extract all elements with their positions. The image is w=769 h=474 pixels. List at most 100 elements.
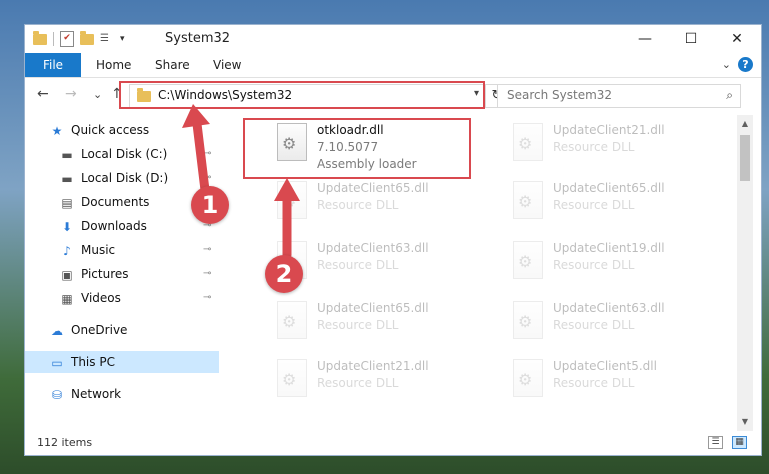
file-item[interactable]: UpdateClient65.dll Resource DLL bbox=[269, 177, 499, 233]
tab-home[interactable]: Home bbox=[96, 53, 131, 77]
folder-icon[interactable] bbox=[33, 30, 47, 45]
sidebar-item[interactable]: ☁ OneDrive bbox=[49, 319, 127, 341]
file-item[interactable]: UpdateClient21.dll Resource DLL bbox=[269, 355, 499, 411]
new-folder-icon[interactable] bbox=[80, 30, 94, 45]
pin-icon[interactable]: ⊸ bbox=[203, 143, 211, 165]
file-name: UpdateClient5.dll bbox=[553, 359, 657, 373]
sidebar-item[interactable]: ⛁ Network bbox=[49, 383, 121, 405]
drive-icon: ▬ bbox=[61, 171, 73, 186]
file-type: Resource DLL bbox=[317, 198, 399, 212]
quick-access-toolbar: ✔ ☰ ▾ bbox=[33, 30, 125, 47]
pin-icon[interactable]: ⊸ bbox=[203, 287, 211, 309]
tab-view[interactable]: View bbox=[213, 53, 241, 77]
expand-ribbon-icon[interactable]: ⌄ bbox=[722, 58, 731, 71]
sidebar-item-label: Pictures bbox=[81, 267, 129, 281]
tab-share[interactable]: Share bbox=[155, 53, 190, 77]
properties-check-icon[interactable]: ✔ bbox=[60, 31, 74, 47]
dll-file-icon bbox=[277, 181, 307, 219]
details-view-icon[interactable]: ☰ bbox=[708, 436, 723, 449]
drive-icon: ▬ bbox=[61, 147, 73, 162]
file-type: Resource DLL bbox=[317, 376, 399, 390]
documents-icon: ▤ bbox=[61, 195, 73, 210]
file-item[interactable]: UpdateClient21.dll Resource DLL bbox=[505, 119, 735, 175]
file-name: UpdateClient21.dll bbox=[553, 123, 665, 137]
search-box[interactable]: Search System32 ⌕ bbox=[497, 84, 741, 108]
sidebar-item-label: Local Disk (C:) bbox=[81, 147, 168, 161]
file-item[interactable]: UpdateClient19.dll Resource DLL bbox=[505, 237, 735, 293]
tab-file[interactable]: File bbox=[25, 53, 81, 77]
vertical-scrollbar[interactable]: ▲ ▼ bbox=[737, 115, 753, 431]
file-item[interactable]: UpdateClient5.dll Resource DLL bbox=[505, 355, 735, 411]
file-item[interactable]: UpdateClient63.dll Resource DLL bbox=[269, 237, 499, 293]
dll-file-icon bbox=[277, 301, 307, 339]
sidebar-item[interactable]: ▤ Documents bbox=[59, 191, 149, 213]
properties-icon[interactable]: ☰ bbox=[100, 33, 114, 45]
maximize-button[interactable]: ☐ bbox=[668, 25, 714, 53]
search-icon[interactable]: ⌕ bbox=[726, 88, 733, 103]
file-name: UpdateClient21.dll bbox=[317, 359, 429, 373]
network-icon: ⛁ bbox=[51, 387, 63, 402]
dll-file-icon bbox=[513, 123, 543, 161]
sidebar-item[interactable]: ▬ Local Disk (C:) bbox=[59, 143, 167, 165]
file-type: Resource DLL bbox=[553, 258, 635, 272]
file-item[interactable]: UpdateClient65.dll Resource DLL bbox=[505, 177, 735, 233]
sidebar-item-label: Network bbox=[71, 387, 122, 401]
scroll-up-icon[interactable]: ▲ bbox=[737, 117, 753, 131]
sidebar-item-label: This PC bbox=[71, 355, 115, 369]
search-input[interactable]: Search System32 bbox=[507, 88, 612, 102]
sidebar-item-label: Local Disk (D:) bbox=[81, 171, 169, 185]
file-highlight-box bbox=[243, 118, 471, 179]
sidebar-item[interactable]: ▦ Videos bbox=[59, 287, 121, 309]
file-name: UpdateClient63.dll bbox=[317, 241, 429, 255]
dll-file-icon bbox=[513, 301, 543, 339]
sidebar-item-label: Documents bbox=[81, 195, 150, 209]
back-button[interactable]: ← bbox=[37, 86, 49, 102]
close-button[interactable]: ✕ bbox=[714, 25, 760, 53]
videos-icon: ▦ bbox=[61, 291, 73, 306]
title-bar: ✔ ☰ ▾ System32 — ☐ ✕ bbox=[25, 25, 761, 53]
sidebar-item[interactable]: ♪ Music bbox=[59, 239, 115, 261]
music-icon: ♪ bbox=[63, 243, 71, 258]
file-name: UpdateClient65.dll bbox=[317, 181, 429, 195]
help-icon[interactable]: ? bbox=[738, 57, 753, 72]
dll-file-icon bbox=[513, 359, 543, 397]
file-type: Resource DLL bbox=[317, 318, 399, 332]
file-name: UpdateClient65.dll bbox=[317, 301, 429, 315]
sidebar-item-label: Videos bbox=[81, 291, 121, 305]
forward-button[interactable]: → bbox=[65, 86, 77, 102]
large-icons-view-icon[interactable]: ▦ bbox=[732, 436, 747, 449]
sidebar-item[interactable]: ▭ This PC bbox=[25, 351, 219, 373]
sidebar-item[interactable]: ⬇ Downloads bbox=[59, 215, 147, 237]
sidebar-item[interactable]: ▣ Pictures bbox=[59, 263, 129, 285]
pin-icon[interactable]: ⊸ bbox=[203, 239, 211, 261]
sidebar-item[interactable]: ★ Quick access bbox=[49, 119, 150, 141]
recent-locations-button[interactable]: ⌄ bbox=[93, 88, 102, 101]
pictures-icon: ▣ bbox=[61, 267, 73, 282]
file-name: UpdateClient65.dll bbox=[553, 181, 665, 195]
window-title: System32 bbox=[165, 31, 231, 46]
file-type: Resource DLL bbox=[553, 318, 635, 332]
sidebar-item-label: Music bbox=[81, 243, 116, 257]
scroll-down-icon[interactable]: ▼ bbox=[737, 415, 753, 429]
file-type: Resource DLL bbox=[553, 140, 635, 154]
file-item[interactable]: UpdateClient65.dll Resource DLL bbox=[269, 297, 499, 353]
file-type: Resource DLL bbox=[553, 376, 635, 390]
minimize-button[interactable]: — bbox=[622, 25, 668, 53]
item-count: 112 items bbox=[37, 436, 93, 449]
ribbon-tabs: File Home Share View ⌄ ? bbox=[25, 53, 761, 78]
address-highlight-box bbox=[119, 81, 485, 109]
status-bar: 112 items ☰ ▦ bbox=[25, 431, 761, 455]
pin-icon[interactable]: ⊸ bbox=[203, 263, 211, 285]
customize-toolbar-caret-icon[interactable]: ▾ bbox=[120, 34, 125, 44]
sidebar-item-label: OneDrive bbox=[71, 323, 128, 337]
file-item[interactable]: UpdateClient63.dll Resource DLL bbox=[505, 297, 735, 353]
callout-1: 1 bbox=[191, 186, 229, 224]
scrollbar-thumb[interactable] bbox=[740, 135, 750, 181]
sidebar-item[interactable]: ▬ Local Disk (D:) bbox=[59, 167, 168, 189]
file-name: UpdateClient19.dll bbox=[553, 241, 665, 255]
star-icon: ★ bbox=[51, 123, 63, 138]
sidebar-item-label: Downloads bbox=[81, 219, 147, 233]
dll-file-icon bbox=[277, 359, 307, 397]
dll-file-icon bbox=[513, 241, 543, 279]
computer-icon: ▭ bbox=[51, 355, 63, 370]
